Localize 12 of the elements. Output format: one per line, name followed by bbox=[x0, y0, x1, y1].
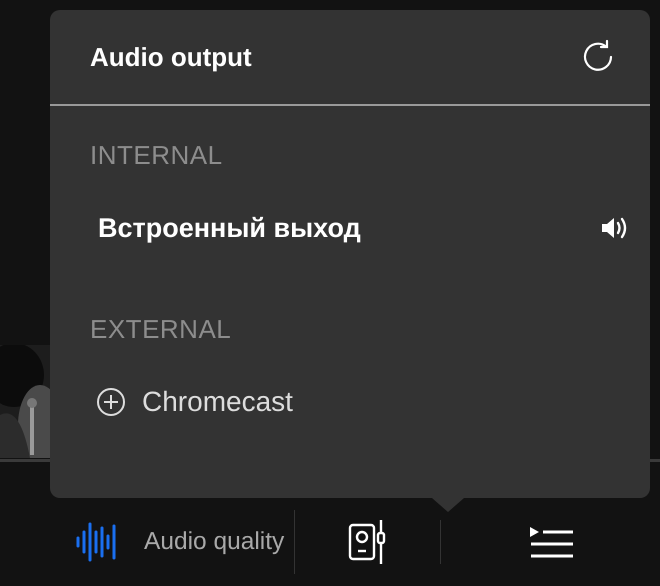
device-item[interactable]: Встроенный выход bbox=[50, 193, 650, 263]
add-icon bbox=[96, 387, 126, 417]
popup-title: Audio output bbox=[90, 42, 252, 72]
queue-icon bbox=[528, 525, 572, 559]
section-heading: EXTERNAL bbox=[89, 313, 232, 345]
device-name: Встроенный выход bbox=[98, 212, 361, 244]
audio-quality-button[interactable]: Audio quality bbox=[0, 521, 294, 563]
waveform-icon bbox=[76, 522, 116, 562]
device-item[interactable]: Chromecast bbox=[50, 367, 650, 437]
speaker-device-icon bbox=[348, 519, 388, 565]
section-heading: INTERNAL bbox=[89, 139, 224, 171]
device-name: Chromecast bbox=[142, 386, 293, 418]
